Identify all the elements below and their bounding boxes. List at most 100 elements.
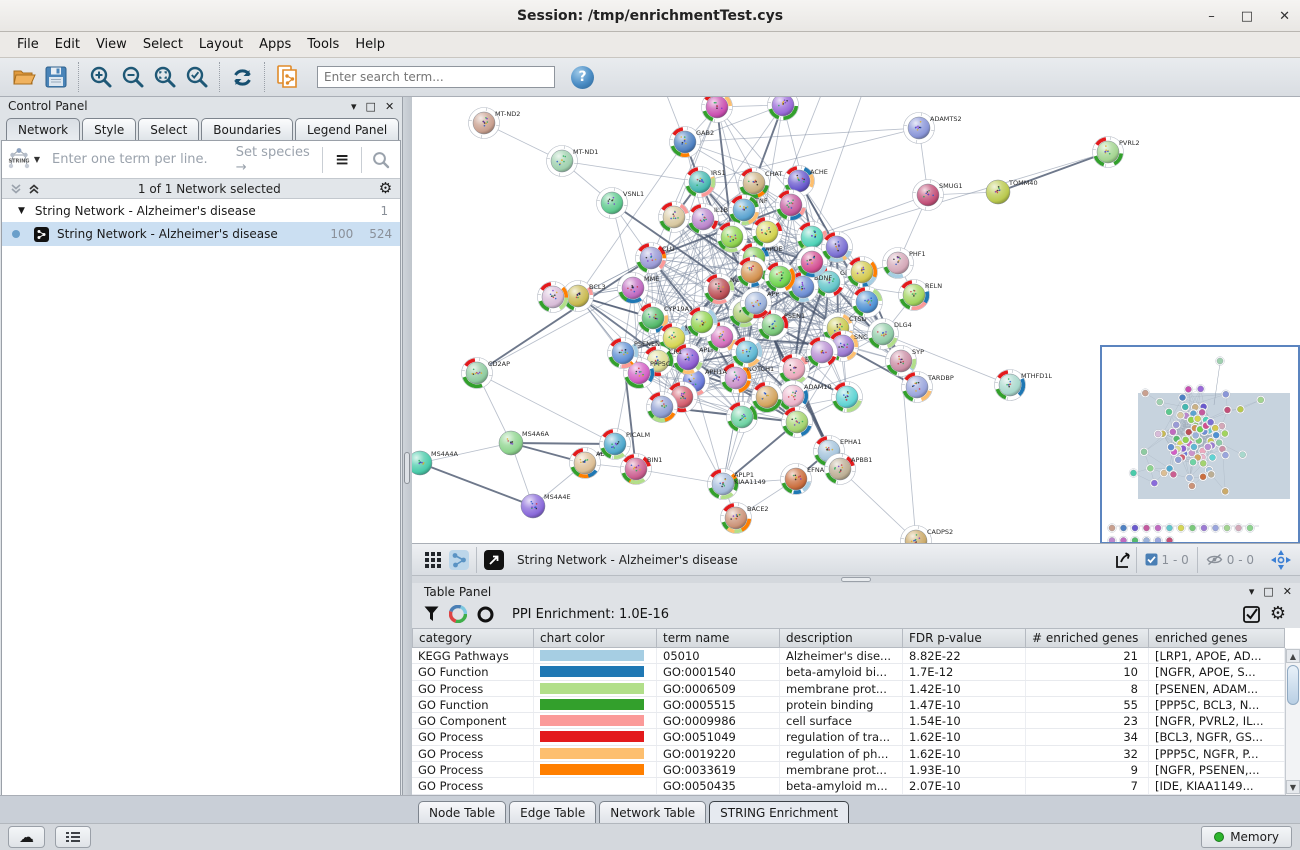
table-row[interactable]: GO ProcessGO:0006509membrane prot...1.42… <box>412 681 1285 697</box>
network-node[interactable] <box>647 392 678 423</box>
column-header[interactable]: FDR p-value <box>903 628 1026 648</box>
menu-edit[interactable]: Edit <box>48 34 87 55</box>
zoom-in-button[interactable] <box>85 61 117 93</box>
table-row[interactable]: GO FunctionGO:0001540beta-amyloid bi...1… <box>412 664 1285 680</box>
gear-icon[interactable]: ⚙ <box>379 181 392 196</box>
network-row-selected[interactable]: String Network - Alzheimer's disease 100… <box>2 222 400 246</box>
scroll-thumb[interactable] <box>1287 665 1299 705</box>
tab-legend-panel[interactable]: Legend Panel <box>295 118 399 140</box>
network-node-ms4a4e[interactable]: MS4A4E <box>521 493 571 518</box>
collapse-all-icon[interactable] <box>10 183 22 195</box>
refresh-button[interactable] <box>226 61 258 93</box>
network-node-tomm40[interactable]: TOMM40 <box>986 179 1038 204</box>
zoom-out-button[interactable] <box>117 61 149 93</box>
select-checkbox-icon[interactable] <box>1243 606 1260 623</box>
network-node[interactable] <box>765 262 796 293</box>
network-node[interactable] <box>832 382 863 413</box>
close-button[interactable]: ✕ <box>1279 9 1290 24</box>
column-header[interactable]: enriched genes <box>1149 628 1285 648</box>
save-session-button[interactable] <box>40 61 72 93</box>
birds-eye-view[interactable] <box>1100 345 1300 543</box>
memory-button[interactable]: Memory <box>1201 826 1292 848</box>
filter-icon[interactable] <box>424 606 439 622</box>
network-node-cd2ap[interactable]: CD2AP <box>462 358 511 389</box>
table-row[interactable]: GO FunctionGO:0005515protein binding1.47… <box>412 697 1285 713</box>
scroll-up-icon[interactable]: ▲ <box>1286 649 1300 663</box>
grid-mode-button[interactable] <box>420 547 446 573</box>
network-node[interactable] <box>727 402 758 433</box>
network-node[interactable] <box>752 382 783 413</box>
clone-network-button[interactable] <box>271 61 303 93</box>
network-node-chat[interactable]: CHAT <box>739 168 783 199</box>
expand-all-icon[interactable] <box>28 183 40 195</box>
table-row[interactable]: GO ProcessGO:0050435beta-amyloid m...2.0… <box>412 778 1285 794</box>
zoom-selected-button[interactable] <box>181 61 213 93</box>
network-node-mt-nd2[interactable]: MT-ND2 <box>469 108 521 139</box>
species-hint[interactable]: Set species → <box>236 145 322 175</box>
network-node[interactable] <box>822 232 853 263</box>
network-node-mt-nd1[interactable]: MT-ND1 <box>547 146 599 177</box>
table-scrollbar[interactable]: ▲ ▼ <box>1285 648 1300 795</box>
string-options-button[interactable]: ≡ <box>323 142 361 178</box>
network-node[interactable] <box>852 287 883 318</box>
network-node-dlg4[interactable]: DLG4 <box>868 319 912 350</box>
gear-icon[interactable]: ⚙ <box>1270 605 1286 623</box>
network-node-mthfd1l[interactable]: MTHFD1L <box>995 370 1053 401</box>
string-search-button[interactable] <box>362 142 400 178</box>
column-header[interactable]: # enriched genes <box>1026 628 1149 648</box>
navigator-button[interactable] <box>1268 547 1294 573</box>
table-row[interactable]: GO ComponentGO:0009986cell surface1.54E-… <box>412 713 1285 729</box>
network-node[interactable] <box>538 282 569 313</box>
horizontal-splitter[interactable] <box>412 575 1300 583</box>
menu-select[interactable]: Select <box>136 34 190 55</box>
menu-help[interactable]: Help <box>348 34 392 55</box>
string-query-placeholder[interactable]: Enter one term per line. <box>52 152 208 167</box>
network-node-adamts2[interactable]: ADAMTS2 <box>904 113 962 144</box>
menu-file[interactable]: File <box>10 34 46 55</box>
maximize-button[interactable]: □ <box>1241 9 1253 24</box>
network-node[interactable] <box>768 97 799 121</box>
splitter-handle[interactable] <box>841 577 871 582</box>
network-node-cadps2[interactable]: CADPS2 <box>901 526 954 544</box>
collection-row[interactable]: ▼ String Network - Alzheimer's disease 1 <box>2 199 400 222</box>
vertical-splitter[interactable] <box>403 97 412 795</box>
table-row[interactable]: GO ProcessGO:0051049regulation of tra...… <box>412 729 1285 745</box>
network-node[interactable] <box>807 337 838 368</box>
network-node[interactable] <box>659 202 690 233</box>
tab-network-table[interactable]: Network Table <box>599 801 706 823</box>
panel-float-icon[interactable]: □ <box>1263 585 1273 598</box>
zoom-fit-button[interactable] <box>149 61 181 93</box>
column-header[interactable]: category <box>412 628 534 648</box>
birdseye-toggle-button[interactable] <box>446 547 472 573</box>
column-header[interactable]: term name <box>657 628 780 648</box>
network-node[interactable] <box>847 257 878 288</box>
column-header[interactable]: chart color <box>534 628 657 648</box>
network-node-bace2[interactable]: BACE2 <box>721 503 769 534</box>
tab-boundaries[interactable]: Boundaries <box>201 118 293 140</box>
table-row[interactable]: GO ProcessGO:0019220regulation of ph...1… <box>412 746 1285 762</box>
minimize-button[interactable]: – <box>1208 9 1215 24</box>
tab-select[interactable]: Select <box>138 118 199 140</box>
panel-float-icon[interactable]: □ <box>366 100 376 113</box>
network-node[interactable] <box>732 337 763 368</box>
network-node[interactable] <box>717 222 748 253</box>
network-node-adam10[interactable]: ADAM10 <box>778 381 832 412</box>
menu-layout[interactable]: Layout <box>192 34 250 55</box>
network-node[interactable] <box>782 407 813 438</box>
network-node-gab2[interactable]: GAB2 <box>670 127 715 158</box>
network-node-reln[interactable]: RELN <box>899 280 943 311</box>
tab-node-table[interactable]: Node Table <box>418 801 506 823</box>
panel-close-icon[interactable]: ✕ <box>385 100 394 113</box>
network-node-phf1[interactable]: PHF1 <box>883 248 926 279</box>
pie-chart-icon[interactable] <box>449 605 467 623</box>
network-node-bin1[interactable]: BIN1 <box>621 454 663 485</box>
scroll-down-icon[interactable]: ▼ <box>1286 780 1300 794</box>
network-node[interactable] <box>776 190 807 221</box>
splitter-handle[interactable] <box>404 452 410 484</box>
network-node-aplp1[interactable]: APLP1KIAA1149 <box>708 469 766 500</box>
tab-style[interactable]: Style <box>82 118 136 140</box>
help-button[interactable]: ? <box>571 66 594 89</box>
panel-menu-icon[interactable]: ▾ <box>1249 585 1255 598</box>
string-database-selector[interactable]: STRING ▼ <box>2 147 44 173</box>
ring-chart-icon[interactable] <box>477 606 494 623</box>
